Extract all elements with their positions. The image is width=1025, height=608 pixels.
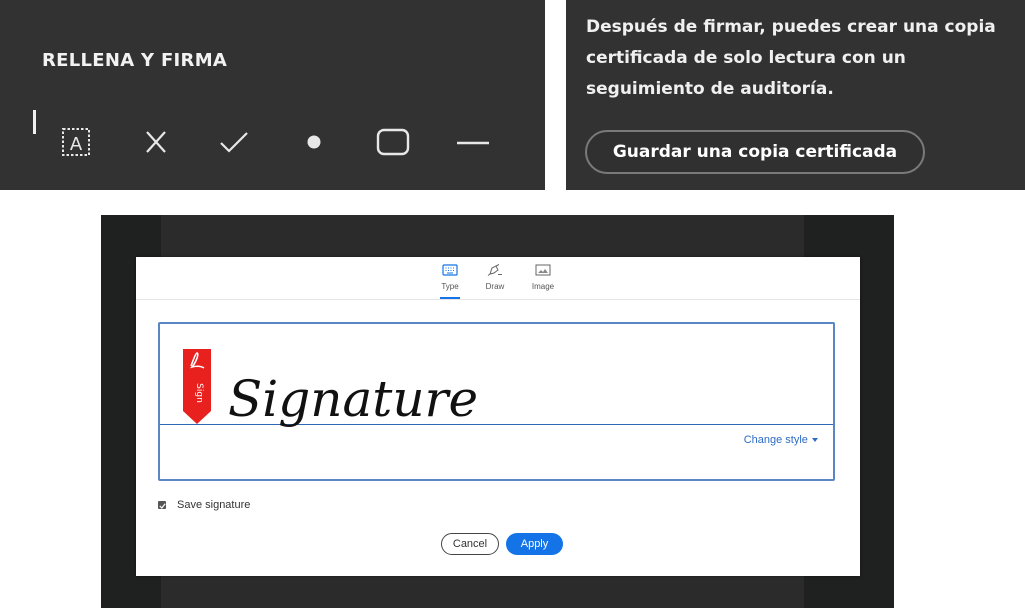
dialog-backdrop: Type Draw Image Sign Signature Change st… (101, 215, 894, 608)
fill-sign-panel: RELLENA Y FIRMA A (0, 0, 545, 190)
text-field-tool[interactable]: A (56, 124, 96, 164)
tab-type[interactable]: Type (430, 263, 470, 299)
change-style-label: Change style (743, 434, 808, 446)
dot-tool[interactable] (294, 124, 334, 164)
image-icon (535, 263, 551, 280)
save-certified-copy-button[interactable]: Guardar una copia certificada (585, 130, 925, 174)
line-icon (455, 135, 491, 153)
checkmark-tool[interactable] (214, 124, 254, 164)
tab-image[interactable]: Image (523, 263, 563, 297)
rectangle-tool[interactable] (373, 124, 413, 164)
checkmark-icon (158, 496, 166, 514)
keyboard-icon (442, 263, 458, 280)
change-style-dropdown[interactable]: Change style (744, 434, 819, 446)
fill-sign-title: RELLENA Y FIRMA (42, 50, 228, 71)
active-tab-indicator (440, 297, 460, 299)
dot-icon (304, 132, 324, 157)
tab-image-label: Image (531, 282, 555, 291)
signature-text: Signature (228, 370, 478, 428)
rounded-rectangle-icon (375, 127, 411, 162)
cross-tool[interactable] (136, 124, 176, 164)
signature-preview: Signature (228, 370, 478, 428)
line-tool[interactable] (453, 124, 493, 164)
signature-dialog: Type Draw Image Sign Signature Change st… (136, 257, 860, 576)
certified-copy-panel: Después de firmar, puedes crear una copi… (566, 0, 1025, 190)
tab-type-label: Type (441, 282, 459, 291)
text-cursor (33, 110, 36, 134)
certified-copy-description: Después de firmar, puedes crear una copi… (586, 17, 996, 99)
ribbon-text: Sign (194, 383, 204, 403)
caret-down-icon (811, 434, 819, 446)
sign-ribbon-logo: Sign (182, 349, 212, 430)
pen-icon (487, 263, 503, 280)
text-field-glyph: A (70, 134, 83, 155)
tab-draw-label: Draw (485, 282, 505, 291)
signature-mode-tabs: Type Draw Image (136, 257, 860, 300)
text-field-icon: A (59, 125, 93, 164)
apply-button[interactable]: Apply (506, 533, 563, 555)
signature-area[interactable]: Sign Signature Change style (158, 322, 835, 481)
cancel-button[interactable]: Cancel (441, 533, 499, 555)
checkmark-icon (218, 129, 250, 160)
cross-mark-icon (143, 129, 169, 160)
tab-draw[interactable]: Draw (475, 263, 515, 297)
save-signature-option: Save signature (158, 499, 250, 511)
save-signature-checkbox[interactable] (158, 501, 166, 509)
save-signature-label: Save signature (177, 499, 251, 511)
